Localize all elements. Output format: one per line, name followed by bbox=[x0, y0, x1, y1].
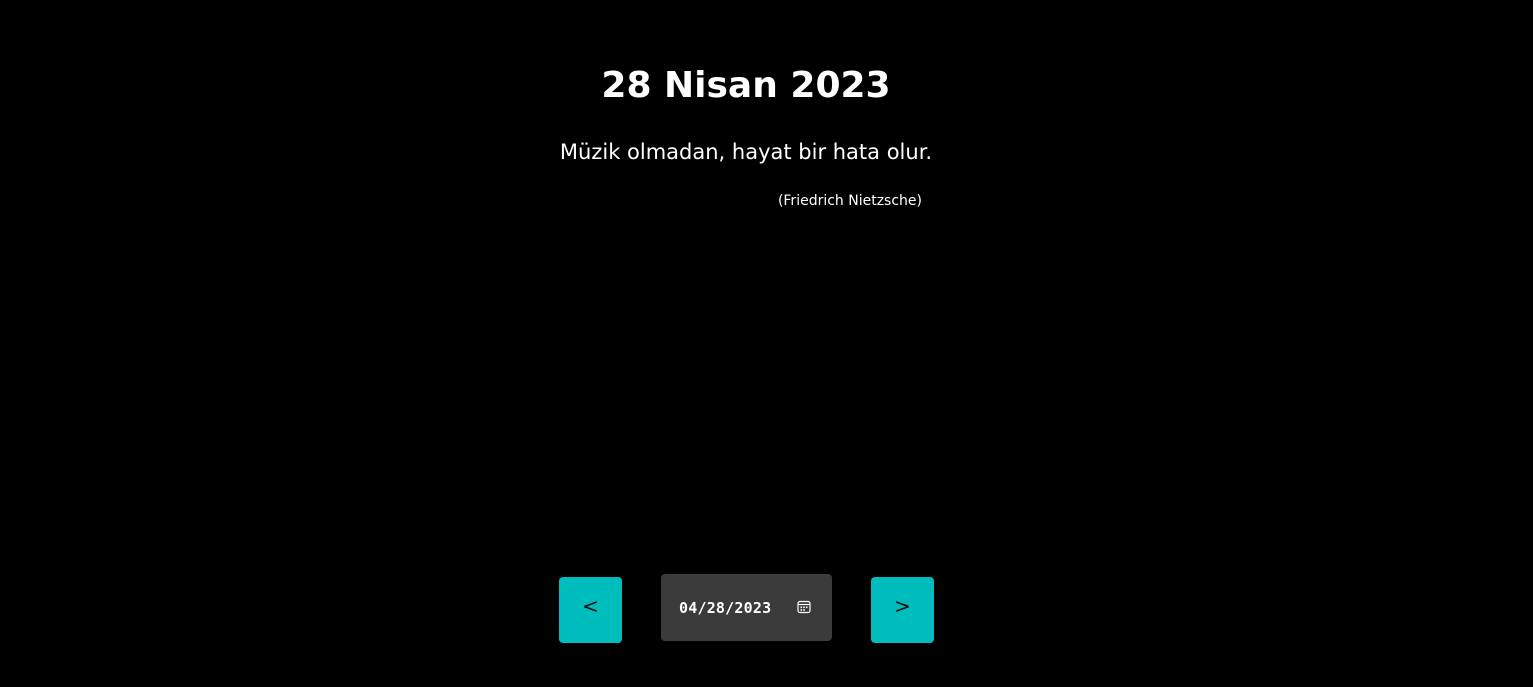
previous-day-button[interactable]: < bbox=[559, 577, 622, 643]
date-input-value[interactable]: 04/28/2023 bbox=[679, 599, 771, 617]
calendar-icon[interactable] bbox=[797, 600, 811, 614]
next-day-button[interactable]: > bbox=[871, 577, 934, 643]
page-title: 28 Nisan 2023 bbox=[601, 65, 891, 106]
quote-text: Müzik olmadan, hayat bir hata olur. bbox=[559, 140, 933, 164]
date-input[interactable]: 04/28/2023 bbox=[661, 574, 832, 641]
quote-author: (Friedrich Nietzsche) bbox=[777, 193, 922, 209]
